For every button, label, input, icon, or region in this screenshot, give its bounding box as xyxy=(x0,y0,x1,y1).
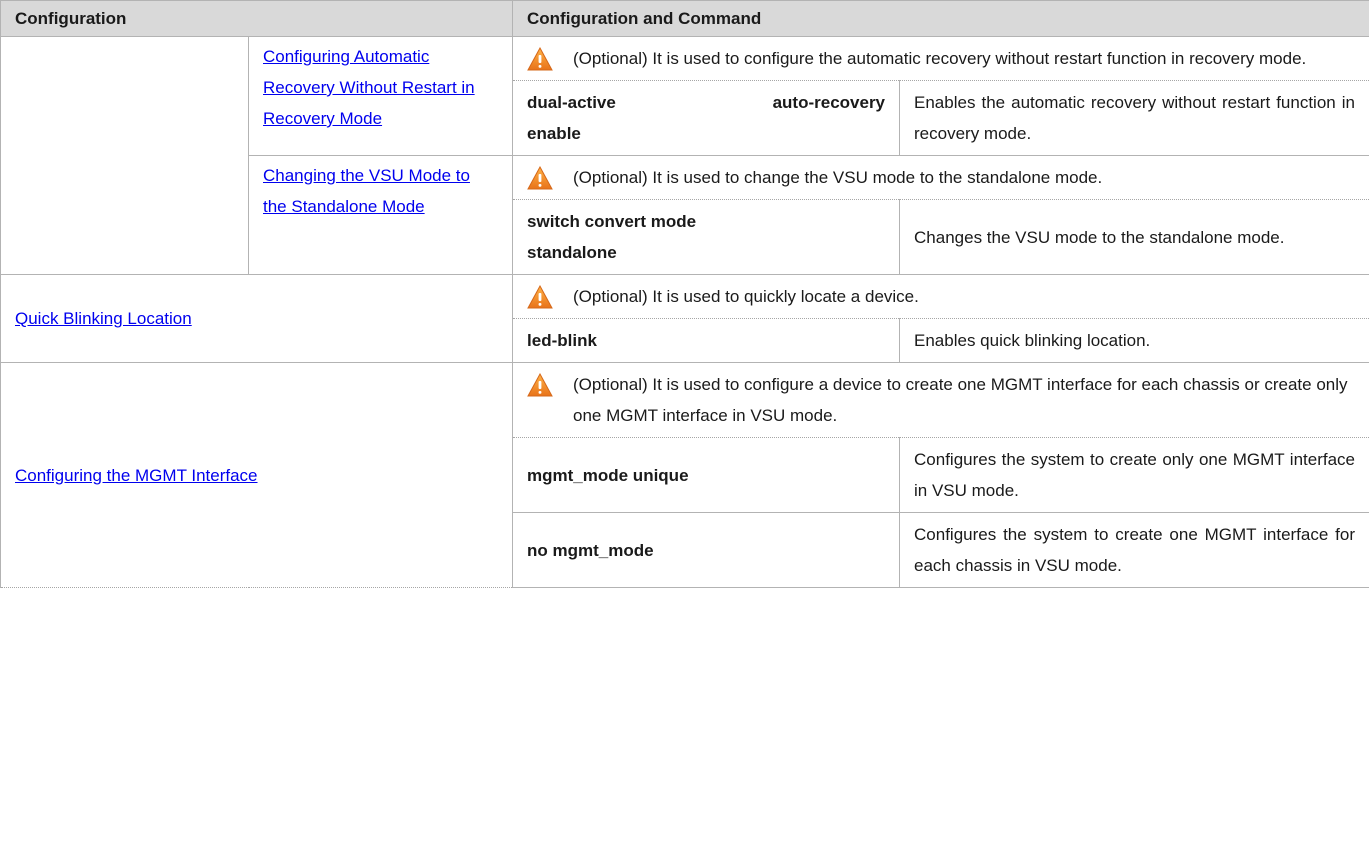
auto-recovery-note: (Optional) It is used to configure the a… xyxy=(573,49,1307,68)
standalone-link[interactable]: Changing the VSU Mode to the Standalone … xyxy=(263,166,470,216)
mgmt-link[interactable]: Configuring the MGMT Interface xyxy=(15,466,258,485)
auto-recovery-command-word3: enable xyxy=(527,124,581,143)
auto-recovery-note-cell: (Optional) It is used to configure the a… xyxy=(512,36,1369,81)
quick-blink-description: Enables quick blinking location. xyxy=(899,318,1369,363)
auto-recovery-command-word2: auto-recovery xyxy=(772,93,886,112)
warning-icon xyxy=(527,166,553,190)
warning-icon xyxy=(527,373,553,397)
quick-blink-note: (Optional) It is used to quickly locate … xyxy=(573,287,919,306)
mgmt-note-row: Configuring the MGMT Interface (Optional… xyxy=(0,362,1369,588)
table-header-row: Configuration Configuration and Command xyxy=(0,0,1369,37)
quick-blink-command-cell: led-blink xyxy=(512,318,901,363)
auto-recovery-command-cell: dual-active auto-recovery enable xyxy=(512,80,901,156)
configuration-table: Configuration Configuration and Command … xyxy=(0,0,1369,588)
mgmt-note-cell: (Optional) It is used to configure a dev… xyxy=(512,362,1369,438)
mgmt-command-1: mgmt_mode unique xyxy=(527,465,689,485)
warning-icon xyxy=(527,47,553,71)
auto-recovery-command-word1: dual-active xyxy=(527,93,616,112)
mgmt-link-cell: Configuring the MGMT Interface xyxy=(0,362,514,588)
standalone-description: Changes the VSU mode to the standalone m… xyxy=(899,199,1369,275)
auto-recovery-description: Enables the automatic recovery without r… xyxy=(899,80,1369,156)
warning-icon xyxy=(527,285,553,309)
quick-blink-note-row: Quick Blinking Location (Optional) It is… xyxy=(0,274,1369,363)
header-configuration-and-command: Configuration and Command xyxy=(512,0,1369,37)
standalone-command: switch convert mode standalone xyxy=(527,212,697,262)
mgmt-command-cell-2: no mgmt_mode xyxy=(512,512,901,588)
mgmt-description-1: Configures the system to create only one… xyxy=(899,437,1369,513)
quick-blink-link[interactable]: Quick Blinking Location xyxy=(15,309,192,328)
auto-recovery-link-cell: Configuring Automatic Recovery Without R… xyxy=(247,36,514,156)
quick-blink-command: led-blink xyxy=(527,331,597,350)
standalone-link-cell: Changing the VSU Mode to the Standalone … xyxy=(247,155,514,275)
auto-recovery-note-row: Configuring Automatic Recovery Without R… xyxy=(0,36,1369,275)
header-configuration: Configuration xyxy=(0,0,514,37)
standalone-note-cell: (Optional) It is used to change the VSU … xyxy=(512,155,1369,200)
standalone-command-cell: switch convert mode standalone xyxy=(512,199,901,275)
mgmt-note: (Optional) It is used to configure a dev… xyxy=(573,375,1348,425)
mgmt-command-cell-1: mgmt_mode unique xyxy=(512,437,901,513)
quick-blink-link-cell: Quick Blinking Location xyxy=(0,274,514,363)
blank-parent-cell xyxy=(0,36,249,275)
auto-recovery-link[interactable]: Configuring Automatic Recovery Without R… xyxy=(263,47,475,128)
quick-blink-note-cell: (Optional) It is used to quickly locate … xyxy=(512,274,1369,319)
standalone-note: (Optional) It is used to change the VSU … xyxy=(573,168,1103,187)
mgmt-description-2: Configures the system to create one MGMT… xyxy=(899,512,1369,588)
mgmt-command-2: no mgmt_mode xyxy=(527,540,654,560)
